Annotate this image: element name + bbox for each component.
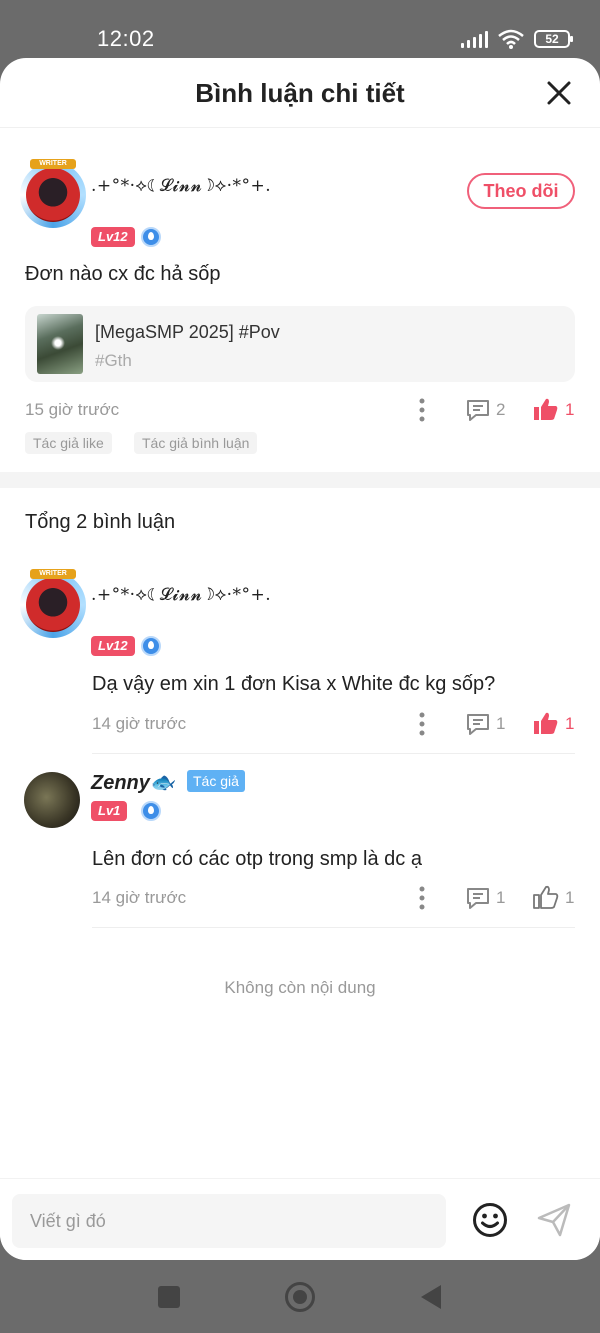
- droplet-icon: [141, 801, 161, 821]
- writer-badge-icon: WRITER: [30, 159, 76, 169]
- back-icon[interactable]: [419, 1284, 443, 1310]
- avatar-image: [26, 578, 80, 632]
- level-badge: Lv1: [91, 801, 128, 821]
- reply-count: 2: [496, 400, 506, 419]
- comment-icon[interactable]: [466, 712, 490, 736]
- reply-count: 1: [496, 714, 506, 733]
- wifi-icon: [498, 29, 524, 49]
- follow-button[interactable]: Theo dõi: [467, 173, 575, 209]
- story-tag: #Gth: [95, 351, 132, 370]
- comment-text: Lên đơn có các otp trong smp là dc ạ: [92, 848, 422, 870]
- page-title: Bình luận chi tiết: [195, 78, 405, 108]
- comment-divider: [92, 753, 575, 754]
- battery-icon: 52: [534, 30, 573, 48]
- author-liked-chip: Tác giả like: [25, 432, 112, 454]
- recents-icon[interactable]: [157, 1285, 181, 1309]
- post-username[interactable]: .+°*·⟡☾𝓛𝓲𝓷𝓷☽⟡·*°+.: [91, 176, 271, 196]
- status-bar: 12:02 52: [0, 0, 600, 62]
- more-icon[interactable]: [418, 712, 426, 736]
- avatar[interactable]: WRITER: [20, 159, 86, 228]
- like-filled-icon[interactable]: [533, 397, 559, 421]
- like-count: 1: [565, 400, 575, 419]
- author-replied-chip: Tác giả bình luận: [134, 432, 258, 454]
- like-count: 1: [565, 888, 575, 907]
- reply-count: 1: [496, 888, 506, 907]
- end-of-list-text: Không còn nội dung: [224, 978, 376, 997]
- level-badge: Lv12: [91, 227, 135, 247]
- sheet-header: Bình luận chi tiết: [0, 58, 600, 128]
- comment-detail-sheet: Bình luận chi tiết WRITER .+°*·⟡☾𝓛𝓲𝓷𝓷☽⟡·…: [0, 58, 600, 1260]
- section-divider: [0, 472, 600, 488]
- comment-icon[interactable]: [466, 398, 490, 422]
- emoji-icon[interactable]: [472, 1202, 508, 1238]
- more-icon[interactable]: [418, 398, 426, 422]
- writer-badge-icon: WRITER: [30, 569, 76, 579]
- signal-icon: [461, 30, 488, 48]
- story-thumbnail: [37, 314, 83, 374]
- like-outline-icon[interactable]: [533, 885, 559, 909]
- comment-icon[interactable]: [466, 886, 490, 910]
- home-icon[interactable]: [284, 1281, 316, 1313]
- comment-username[interactable]: Zenny🐟: [91, 770, 175, 795]
- close-icon[interactable]: [544, 78, 574, 108]
- author-badge: Tác giả: [187, 770, 245, 792]
- post-text: Đơn nào cx đc hả sốp: [25, 263, 221, 285]
- comment-time: 14 giờ trước: [92, 714, 187, 733]
- droplet-icon: [141, 227, 161, 247]
- avatar-image: [26, 168, 80, 222]
- like-count: 1: [565, 714, 575, 733]
- comment-text: Dạ vậy em xin 1 đơn Kisa x White đc kg s…: [92, 673, 496, 695]
- clock: 12:02: [97, 26, 155, 51]
- linked-story-card[interactable]: [MegaSMP 2025] #Pov #Gth: [25, 306, 575, 382]
- replies-header: Tổng 2 bình luận: [25, 511, 176, 533]
- comment-divider: [92, 927, 575, 928]
- post-time: 15 giờ trước: [25, 400, 120, 419]
- send-icon[interactable]: [536, 1202, 572, 1238]
- battery-level: 52: [545, 32, 559, 46]
- comment-composer: [0, 1178, 600, 1260]
- level-badge: Lv12: [91, 636, 135, 656]
- avatar[interactable]: [24, 772, 80, 828]
- droplet-icon: [141, 636, 161, 656]
- avatar[interactable]: WRITER: [20, 569, 86, 638]
- comment-username[interactable]: .+°*·⟡☾𝓛𝓲𝓷𝓷☽⟡·*°+.: [91, 585, 271, 605]
- more-icon[interactable]: [418, 886, 426, 910]
- status-icons: 52: [461, 28, 573, 50]
- comment-time: 14 giờ trước: [92, 888, 187, 907]
- system-nav-bar: [0, 1262, 600, 1333]
- comment-input[interactable]: [12, 1194, 446, 1248]
- story-title: [MegaSMP 2025] #Pov: [95, 322, 280, 342]
- like-filled-icon[interactable]: [533, 711, 559, 735]
